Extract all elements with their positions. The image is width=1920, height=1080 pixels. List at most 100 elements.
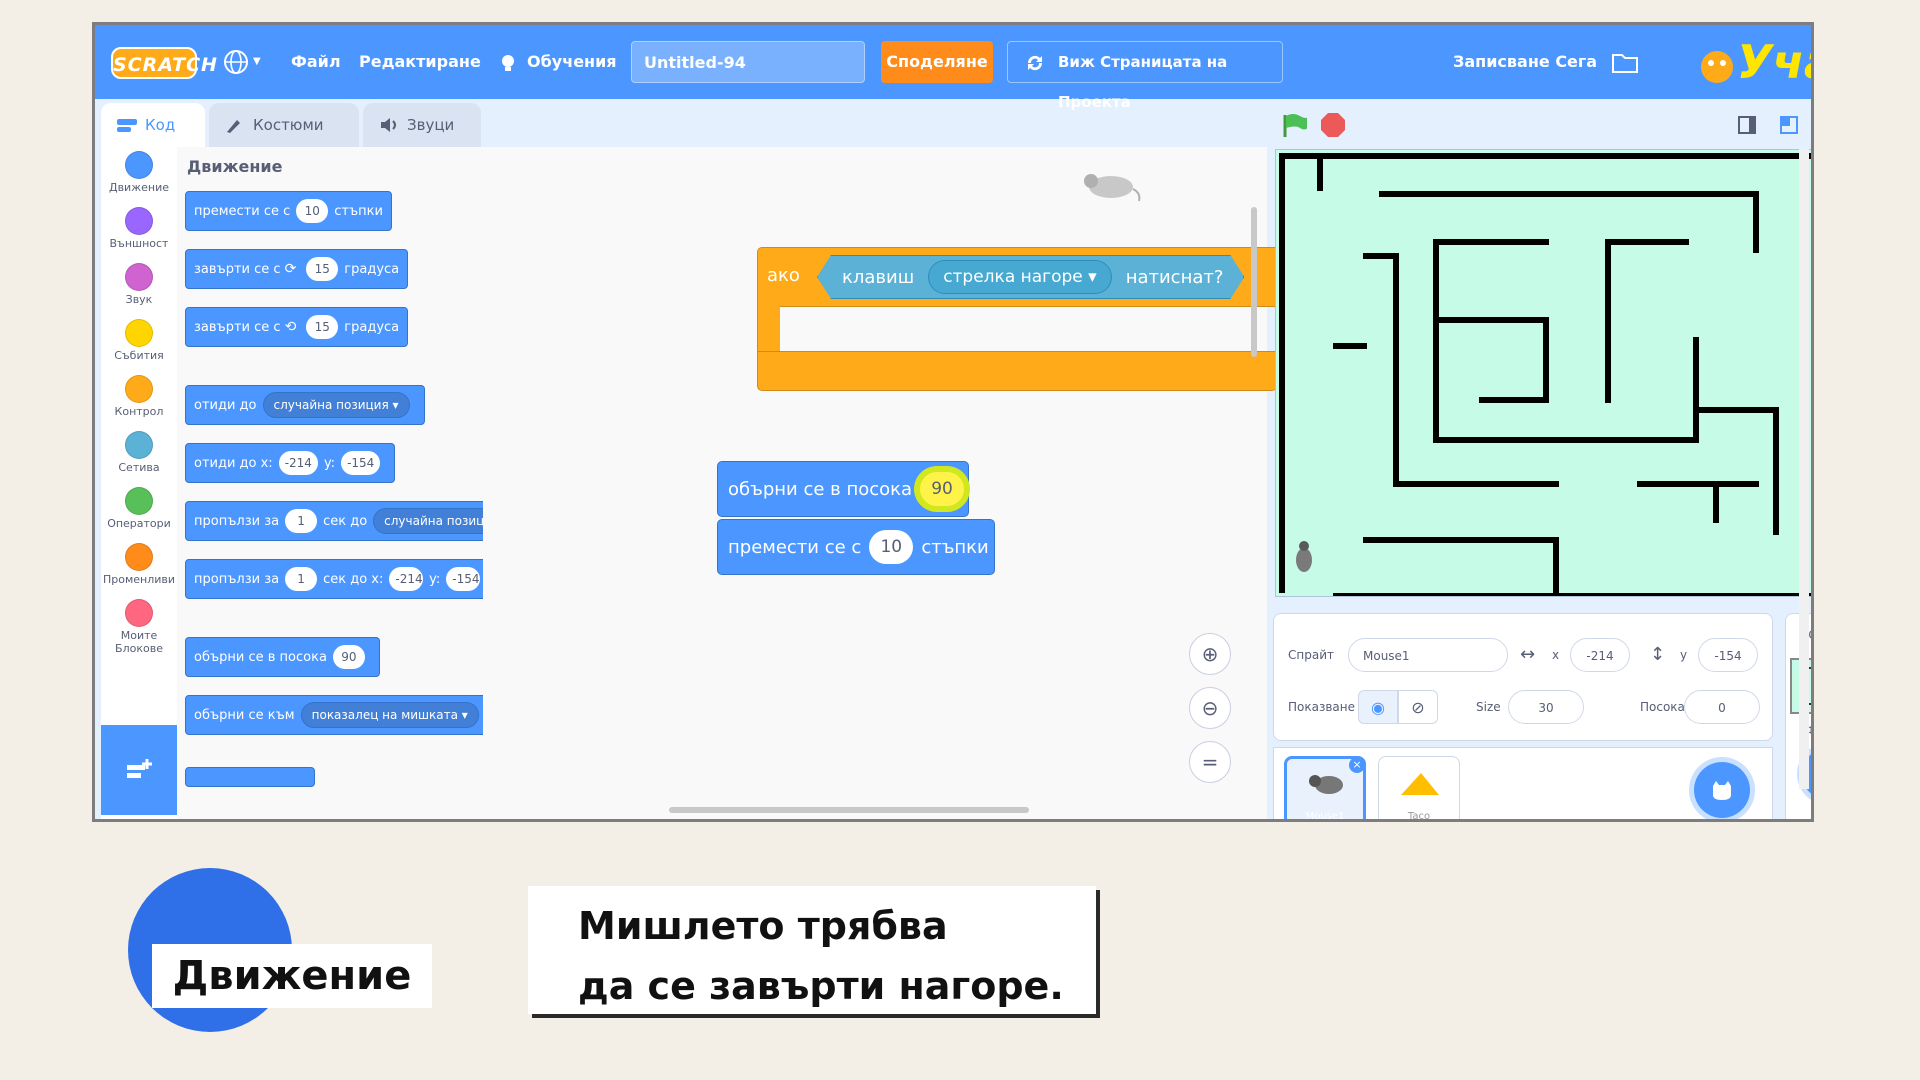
see-project-page-button[interactable]: Виж Страницата на Проекта [1007,41,1283,111]
project-title-input[interactable] [631,41,865,83]
block-point-towards[interactable]: обърни се към показалец на мишката ▾ [185,695,483,735]
category-motion[interactable]: Движение [101,151,177,194]
caption-line-1: Мишлето трябва [578,904,948,948]
category-dot-icon [125,151,153,179]
script-scrollbar-vertical[interactable] [1251,207,1257,357]
category-dot-icon [125,319,153,347]
delete-sprite-icon[interactable]: × [1349,757,1365,773]
show-hidden-button[interactable]: ⊘ [1398,690,1438,724]
brush-icon [227,120,240,133]
block-point-in-direction[interactable]: обърни се в посока 90 [717,461,969,517]
globe-icon[interactable] [223,49,249,75]
chevron-down-icon[interactable]: ▼ [253,25,261,99]
stop-icon[interactable] [1319,111,1347,139]
tab-sounds[interactable]: Звуци [363,103,481,147]
direction-label: Посока [1640,700,1685,714]
add-sprite-button[interactable] [1694,762,1750,818]
category-dot-icon [125,375,153,403]
zoom-out-button[interactable]: ⊖ [1189,687,1231,729]
category-dot-icon [125,599,153,627]
block-point-direction[interactable]: обърни се в посока 90 [185,637,380,677]
sprite-info-panel: Спрайт Mouse1 ↔ x -214 ↕ y -154 Показван… [1273,613,1773,741]
caption-label: Движение [152,944,432,1008]
sprite-name-label: Taco [1407,811,1431,822]
category-sensing[interactable]: Сетива [101,431,177,474]
sprite-tile-mouse1[interactable]: × Mouse1 [1284,756,1366,822]
category-events[interactable]: Събития [101,319,177,362]
category-control[interactable]: Контрол [101,375,177,418]
block-partial[interactable] [185,767,315,787]
x-label: x [1552,648,1560,662]
script-area[interactable]: ако клавиш стрелка нагоре ▾ натиснат? об… [483,147,1277,819]
large-stage-icon[interactable] [1779,115,1799,135]
caption-box: Мишлето трябва да се завърти нагоре. [528,886,1096,1014]
page-scrollbar[interactable] [1799,149,1809,789]
category-dot-icon [125,263,153,291]
direction-field[interactable]: 0 [1684,690,1760,724]
eye-off-icon: ⊘ [1411,698,1425,717]
category-dot-icon [125,487,153,515]
block-turn-left[interactable]: завърти се с ⟲ 15 градуса [185,307,409,347]
category-operators[interactable]: Оператори [101,487,177,530]
sprite-mouse-icon [1084,174,1141,202]
stage-canvas[interactable] [1275,149,1811,597]
block-goto-xy[interactable]: отиди до x: -214 y: -154 [185,443,396,483]
block-move-steps[interactable]: премести се с 10 стъпки [185,191,392,231]
block-palette: Движение премести се с 10 стъпки завърти с… [177,147,484,819]
script-scrollbar-horizontal[interactable] [669,807,1029,813]
file-menu[interactable]: Файл [291,25,341,99]
maze-backdrop [1279,153,1811,596]
sprite-tile-taco[interactable]: Taco [1378,756,1460,822]
sprite-list: × Mouse1 Taco [1273,747,1773,822]
share-button[interactable]: Споделяне [881,41,993,83]
zoom-reset-button[interactable]: = [1189,741,1231,783]
block-goto[interactable]: отиди до случайна позиция ▾ [185,385,425,425]
rotate-right-icon: ⟳ [284,261,297,277]
show-visible-button[interactable]: ◉ [1358,690,1398,724]
block-glide[interactable]: пропълзи за1сек дослучайна позиция [185,501,483,541]
tab-sounds-label: Звуци [407,116,455,134]
lightbulb-icon [502,55,514,71]
direction-input[interactable]: 90 [920,472,965,506]
folder-icon[interactable] [1611,49,1639,75]
block-move-steps-script[interactable]: премести се с 10 стъпки [717,519,995,575]
block-glide-xy[interactable]: пропълзи за 1 сек до x: -214 y: -154 [185,559,483,599]
key-dropdown[interactable]: стрелка нагоре ▾ [928,260,1112,294]
save-now-button[interactable]: Записване Сега [1453,25,1597,99]
edit-menu[interactable]: Редактиране [359,25,481,99]
size-input[interactable]: 30 [1508,690,1584,724]
sprite-name-label: Mouse1 [1305,811,1345,822]
y-input[interactable]: -154 [1698,638,1758,672]
size-label: Size [1476,700,1501,714]
category-variables[interactable]: Променливи [101,543,177,586]
steps-input[interactable]: 10 [869,530,914,564]
see-project-page-label: Виж Страницата на Проекта [1058,53,1228,111]
brand-logo: Уча се [1695,27,1811,97]
tab-costumes[interactable]: Костюми [209,103,359,147]
tutorials-menu[interactable]: Обучения [527,25,617,99]
sprite-label: Спрайт [1288,648,1334,662]
zoom-in-button[interactable]: ⊕ [1189,633,1231,675]
y-arrow-icon: ↕ [1650,644,1666,665]
tab-costumes-label: Костюми [253,116,324,134]
sprite-name-input[interactable]: Mouse1 [1348,638,1508,672]
small-stage-icon[interactable] [1737,115,1757,135]
category-dot-icon [125,431,153,459]
block-turn-right[interactable]: завърти се с ⟳ 15 градуса [185,249,409,289]
scratch-logo[interactable]: SCRATCH [111,47,217,79]
add-extension-icon [127,759,152,778]
eye-icon: ◉ [1371,698,1385,717]
category-sound[interactable]: Звук [101,263,177,306]
category-my-blocks[interactable]: Моите Блокове [101,599,177,655]
tab-code[interactable]: Код [101,103,205,147]
x-arrow-icon: ↔ [1520,644,1536,665]
tab-code-label: Код [145,116,176,134]
x-input[interactable]: -214 [1570,638,1630,672]
category-looks[interactable]: Външност [101,207,177,250]
add-extension-button[interactable] [101,725,177,815]
key-pressed-condition[interactable]: клавиш стрелка нагоре ▾ натиснат? [817,255,1244,299]
menu-bar: SCRATCH ▼ Файл Редактиране Обучения Спод… [95,25,1811,111]
green-flag-icon[interactable] [1279,111,1307,139]
if-block[interactable]: ако клавиш стрелка нагоре ▾ натиснат? [757,247,1277,391]
palette-title: Движение [187,157,283,176]
